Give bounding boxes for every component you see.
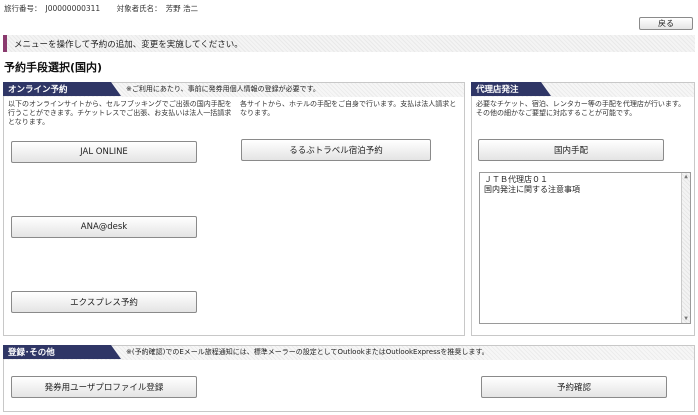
person-name: 芳野 浩二 (165, 4, 198, 13)
express-reservation-button[interactable]: エクスプレス予約 (11, 291, 197, 313)
ana-desk-button[interactable]: ANA@desk (11, 216, 197, 238)
person-label: 対象者氏名： (116, 4, 162, 13)
textarea-scrollbar[interactable]: ▲ ▼ (681, 173, 690, 323)
domestic-order-button[interactable]: 国内手配 (478, 139, 664, 161)
registration-note: ※(予約確認)でのEメール旅程通知には、標準メーラーの設定としてOutlookま… (126, 348, 489, 356)
agency-notes-textarea[interactable]: ＪＴＢ代理店０１ 国内発注に関する注意事項 ▲ ▼ (479, 172, 691, 324)
agency-tab: 代理店発注 (471, 82, 551, 96)
scroll-up-icon[interactable]: ▲ (682, 173, 690, 181)
profile-registration-button[interactable]: 発券用ユーザプロファイル登録 (11, 376, 197, 398)
online-note: ※ご利用にあたり、事前に発券用個人情報の登録が必要です。 (126, 85, 320, 93)
online-tab: オンライン予約 (3, 82, 121, 96)
reservation-confirm-button[interactable]: 予約確認 (481, 376, 667, 398)
online-desc-right: 各サイトから、ホテルの手配をご自身で行います。支払は法人請求となります。 (240, 100, 457, 117)
trip-no: J00000000311 (45, 4, 101, 13)
registration-tab: 登録･その他 (3, 345, 121, 359)
online-desc-left: 以下のオンラインサイトから、セルフブッキングでご出張の国内手配を行うことができま… (8, 100, 232, 126)
trip-no-label: 旅行番号： (4, 4, 42, 13)
jal-online-button[interactable]: JAL ONLINE (11, 141, 197, 163)
trip-info: 旅行番号： J00000000311 対象者氏名： 芳野 浩二 (4, 3, 202, 14)
back-button[interactable]: 戻る (639, 17, 693, 30)
rurubu-travel-button[interactable]: るるぶトラベル宿泊予約 (241, 139, 431, 161)
textbox-line-1: ＪＴＢ代理店０１ (484, 175, 548, 184)
message-bar: メニューを操作して予約の追加、変更を実施してください。 (3, 35, 695, 52)
agency-desc: 必要なチケット、宿泊、レンタカー等の手配を代理店が行います。その他の細かなご要望… (476, 100, 686, 117)
textbox-line-2: 国内発注に関する注意事項 (484, 185, 580, 194)
scroll-down-icon[interactable]: ▼ (682, 315, 690, 323)
message-text: メニューを操作して予約の追加、変更を実施してください。 (14, 39, 243, 50)
page-title: 予約手段選択(国内) (4, 61, 103, 74)
